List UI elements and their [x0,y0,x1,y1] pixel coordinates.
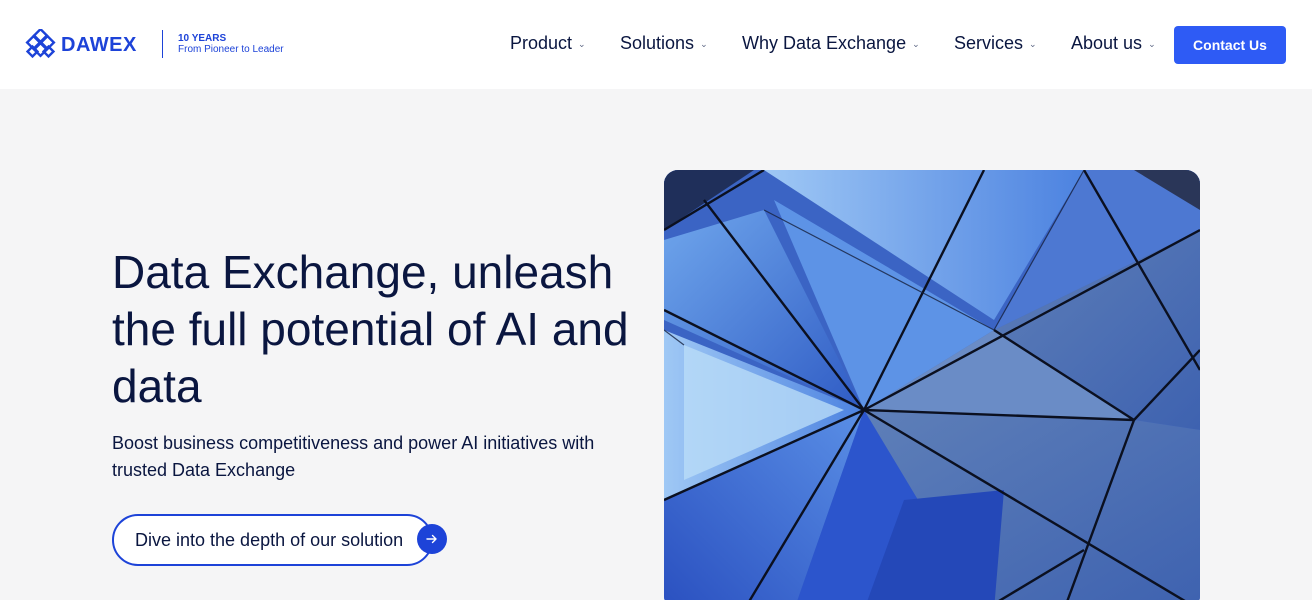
cta-button[interactable]: Dive into the depth of our solution [112,514,433,566]
nav-item-about-us[interactable]: About us ⌄ [1071,33,1156,54]
nav-item-solutions[interactable]: Solutions ⌄ [620,33,708,54]
cta-label: Dive into the depth of our solution [135,529,404,550]
brand-name: DAWEX [61,33,137,56]
nav-item-label: Product [510,33,573,53]
nav-item-product[interactable]: Product ⌄ [510,33,586,54]
dawex-logo-icon [25,29,56,59]
nav-item-label: Why Data Exchange [742,33,907,53]
nav-item-label: About us [1071,33,1143,53]
chevron-down-icon: ⌄ [700,39,708,49]
chevron-down-icon: ⌄ [912,39,920,49]
hero-title: Data Exchange, unleash the full potentia… [112,246,629,412]
brand-tagline: 10 YEARS From Pioneer to Leader [178,33,318,55]
nav-item-services[interactable]: Services ⌄ [954,33,1037,54]
nav-item-label: Solutions [620,33,695,53]
contact-us-button[interactable]: Contact Us [1174,26,1286,64]
nav-item-why-data-exchange[interactable]: Why Data Exchange ⌄ [742,33,920,54]
tagline-text: From Pioneer to Leader [178,44,284,55]
chevron-down-icon: ⌄ [1029,39,1037,49]
hero-architecture-image [664,170,1200,600]
chevron-down-icon: ⌄ [578,39,586,49]
chevron-down-icon: ⌄ [1148,39,1156,49]
glass-facade-illustration [664,170,1200,600]
site-header: DAWEX 10 YEARS From Pioneer to Leader Pr… [0,0,1312,89]
logo-divider [162,30,163,58]
nav-item-label: Services [954,33,1024,53]
arrow-right-icon[interactable] [417,524,447,554]
hero-subtitle: Boost business competitiveness and power… [112,433,595,480]
brand-logo[interactable]: DAWEX 10 YEARS From Pioneer to Leader [25,29,284,61]
tagline-years: 10 YEARS [178,33,227,44]
